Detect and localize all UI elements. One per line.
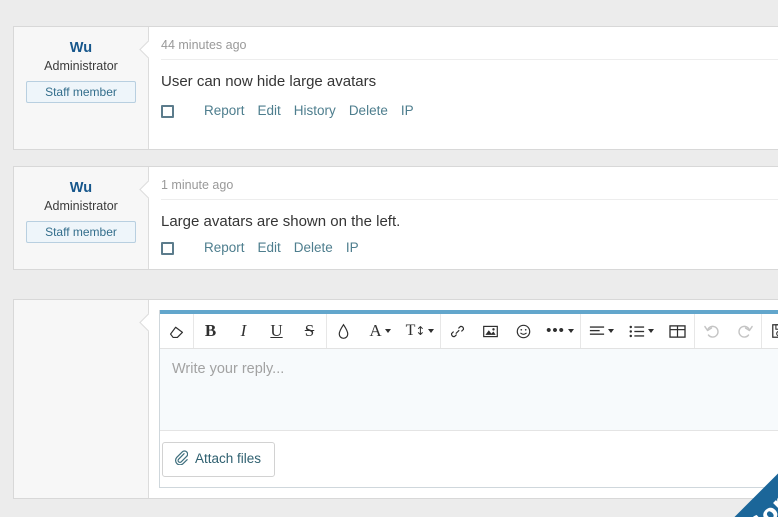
post-action-ip[interactable]: IP	[346, 240, 359, 256]
chevron-down-icon	[607, 329, 614, 333]
editor-toolbar: B I U S A T ↕ •••	[160, 314, 778, 349]
chevron-down-icon	[647, 329, 654, 333]
post-select-checkbox[interactable]	[161, 104, 174, 118]
redo-icon[interactable]	[728, 315, 761, 348]
post-action-ip[interactable]: IP	[401, 103, 414, 119]
text-color-icon[interactable]	[327, 315, 360, 348]
reply-author-column	[14, 300, 158, 498]
more-options-icon[interactable]: •••	[540, 315, 580, 348]
post-actions-bar: Report Edit History Delete IP	[161, 93, 778, 119]
paperclip-icon	[174, 449, 189, 469]
italic-icon[interactable]: I	[227, 315, 260, 348]
author-title: Administrator	[44, 59, 118, 73]
post-action-report[interactable]: Report	[204, 103, 245, 119]
post-actions-bar: Report Edit Delete IP	[161, 233, 778, 256]
editor-footer: Attach files	[160, 431, 778, 487]
author-username[interactable]: Wu	[22, 179, 140, 197]
bold-icon[interactable]: B	[194, 315, 227, 348]
author-staff-banner: Staff member	[26, 221, 136, 243]
chevron-down-icon	[384, 329, 391, 333]
toolbar-group-font: A T ↕	[327, 314, 441, 348]
underline-icon[interactable]: U	[260, 315, 293, 348]
post-content-column: 44 minutes ago User can now hide large a…	[149, 27, 778, 149]
draft-save-icon[interactable]	[762, 315, 778, 348]
toolbar-group-history	[695, 314, 762, 348]
post-action-edit[interactable]: Edit	[258, 240, 281, 256]
editor-placeholder-text: Write your reply...	[172, 361, 285, 377]
toolbar-group-block	[581, 314, 695, 348]
toolbar-group-drafts	[762, 314, 778, 348]
link-icon[interactable]	[441, 315, 474, 348]
post-action-delete[interactable]: Delete	[349, 103, 388, 119]
post-timestamp[interactable]: 44 minutes ago	[161, 37, 778, 60]
post-author-column: Wu Administrator Staff member	[14, 167, 158, 269]
reply-content-column: B I U S A T ↕ ••• Write your reply... At…	[149, 300, 778, 498]
font-size-icon[interactable]: T ↕	[400, 315, 440, 348]
post-content-column: 1 minute ago Large avatars are shown on …	[149, 167, 778, 269]
toolbar-group-formatting-clear	[160, 314, 194, 348]
image-icon[interactable]	[474, 315, 507, 348]
post-action-history[interactable]: History	[294, 103, 336, 119]
attach-files-label: Attach files	[195, 451, 262, 466]
eraser-icon[interactable]	[160, 315, 193, 348]
table-icon[interactable]	[661, 315, 694, 348]
chevron-down-icon	[428, 329, 435, 333]
author-username[interactable]: Wu	[22, 39, 140, 57]
align-left-icon[interactable]	[581, 315, 621, 348]
post-message-body: User can now hide large avatars	[161, 73, 377, 90]
attach-files-button[interactable]: Attach files	[162, 441, 276, 477]
unordered-list-icon[interactable]	[621, 315, 661, 348]
post-action-edit[interactable]: Edit	[258, 103, 281, 119]
undo-icon[interactable]	[695, 315, 728, 348]
post-select-checkbox[interactable]	[161, 241, 174, 255]
chevron-down-icon	[567, 329, 574, 333]
author-title: Administrator	[44, 199, 118, 213]
post-action-report[interactable]: Report	[204, 240, 245, 256]
reply-editor-block: B I U S A T ↕ ••• Write your reply... At…	[13, 299, 778, 499]
post-item: Wu Administrator Staff member 1 minute a…	[13, 166, 778, 270]
author-staff-banner: Staff member	[26, 81, 136, 103]
strikethrough-icon[interactable]: S	[293, 315, 326, 348]
font-family-icon[interactable]: A	[360, 315, 400, 348]
editor-text-area[interactable]: Write your reply...	[160, 349, 778, 431]
post-message-body: Large avatars are shown on the left.	[161, 213, 401, 230]
post-timestamp[interactable]: 1 minute ago	[161, 177, 778, 200]
forum-thread-page: Wu Administrator Staff member 44 minutes…	[0, 0, 778, 517]
smiley-icon[interactable]	[507, 315, 540, 348]
toolbar-group-insert: •••	[441, 314, 581, 348]
toolbar-group-text-style: B I U S	[194, 314, 327, 348]
post-item: Wu Administrator Staff member 44 minutes…	[13, 26, 778, 150]
post-action-delete[interactable]: Delete	[294, 240, 333, 256]
rich-text-editor: B I U S A T ↕ ••• Write your reply... At…	[159, 310, 778, 488]
post-author-column: Wu Administrator Staff member	[14, 27, 158, 149]
